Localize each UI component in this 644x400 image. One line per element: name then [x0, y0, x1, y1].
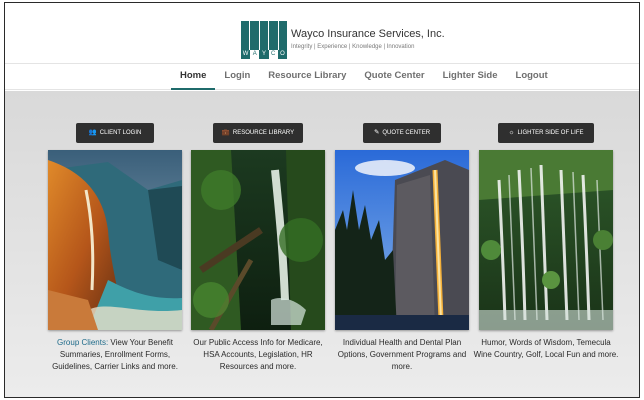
browser-frame: W A Y C O Wayco Insurance Services, Inc.…	[4, 2, 640, 398]
nav-item-logout[interactable]: Logout	[507, 64, 557, 90]
nav-items: Home Login Resource Library Quote Center…	[171, 64, 557, 90]
resource-library-description: Our Public Access Info for Medicare, HSA…	[193, 338, 323, 371]
nav-item-quote-center[interactable]: Quote Center	[355, 64, 433, 90]
client-login-label: CLIENT LOGIN	[99, 130, 142, 136]
logo-mark: W A Y C O	[241, 21, 288, 59]
logo-letter: C	[268, 50, 278, 59]
nav-item-resource-library[interactable]: Resource Library	[259, 64, 355, 90]
resource-library-button[interactable]: 💼 RESOURCE LIBRARY	[213, 123, 303, 143]
quote-center-description: Individual Health and Dental Plan Option…	[337, 338, 467, 371]
pencil-icon: ✎	[373, 129, 380, 136]
users-icon: 👥	[88, 129, 97, 136]
quote-center-label: QUOTE CENTER	[382, 130, 431, 136]
forest-waterfall-image[interactable]	[191, 150, 325, 330]
granite-cliff-image[interactable]	[335, 150, 469, 330]
logo-letter: Y	[259, 50, 269, 59]
coastal-waterfall-image[interactable]	[48, 150, 182, 330]
company-tagline: Integrity | Experience | Knowledge | Inn…	[291, 44, 415, 50]
mossy-cascade-image[interactable]	[479, 150, 613, 330]
client-login-description: Group Clients: View Your Benefit Summari…	[42, 337, 188, 373]
quote-center-button[interactable]: ✎ QUOTE CENTER	[363, 123, 441, 143]
group-clients-label: Group Clients:	[57, 338, 109, 347]
feature-band: 👥 CLIENT LOGIN Group Clients: View Your …	[5, 91, 639, 397]
lighter-side-label: LIGHTER SIDE OF LIFE	[517, 130, 584, 136]
logo-letter: A	[250, 50, 260, 59]
nav-item-lighter-side[interactable]: Lighter Side	[434, 64, 507, 90]
logo-letter: O	[277, 50, 288, 59]
sun-icon: ☼	[508, 129, 515, 136]
main-nav: Home Login Resource Library Quote Center…	[5, 63, 639, 90]
logo-letter: W	[241, 50, 251, 59]
lighter-side-description: Humor, Words of Wisdom, Temecula Wine Co…	[473, 338, 619, 359]
lighter-side-button[interactable]: ☼ LIGHTER SIDE OF LIFE	[498, 123, 594, 143]
logo-letters: W A Y C O	[241, 50, 288, 59]
nav-item-home[interactable]: Home	[171, 64, 216, 90]
client-login-button[interactable]: 👥 CLIENT LOGIN	[76, 123, 154, 143]
company-name: Wayco Insurance Services, Inc.	[291, 28, 445, 40]
resource-library-label: RESOURCE LIBRARY	[232, 130, 295, 136]
company-logo[interactable]: W A Y C O Wayco Insurance Services, Inc.…	[241, 21, 445, 59]
nav-item-login[interactable]: Login	[215, 64, 259, 90]
briefcase-icon: 💼	[221, 129, 230, 136]
